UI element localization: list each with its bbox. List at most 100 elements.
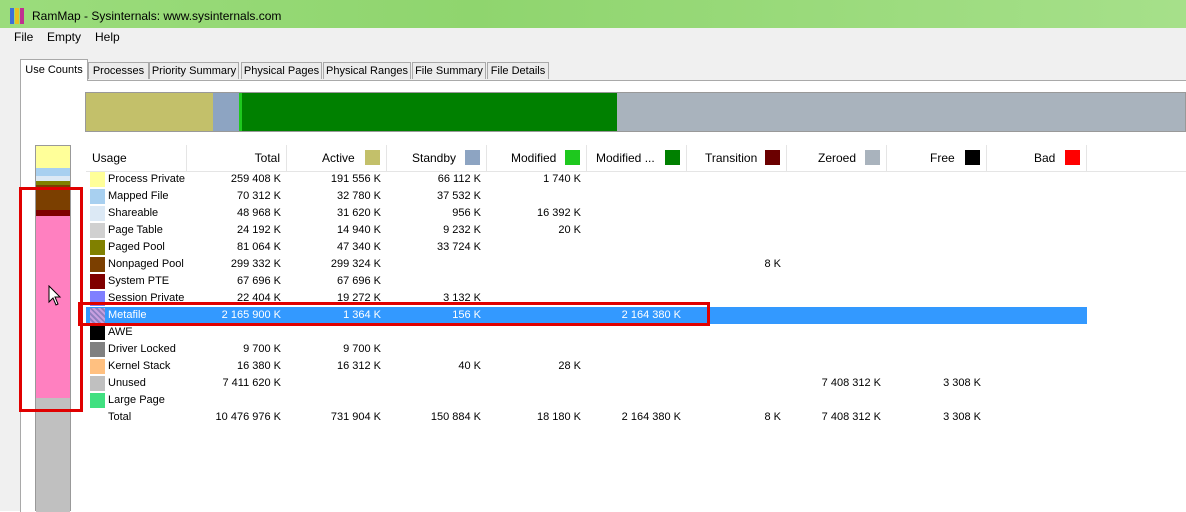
col-modified[interactable]: Modified: [487, 145, 587, 171]
menu-empty[interactable]: Empty: [47, 30, 81, 44]
cell-usage: Total: [108, 411, 132, 423]
col-free[interactable]: Free: [887, 145, 987, 171]
cell-usage: AWE: [108, 326, 133, 338]
menu-help[interactable]: Help: [95, 30, 120, 44]
hbar-modified-nowrite: [242, 93, 617, 131]
cell-active: 14 940 K: [336, 224, 381, 236]
cell-free: [887, 222, 981, 239]
cell-active: 67 696 K: [336, 275, 381, 287]
col-modified-nowrite[interactable]: Modified ...: [587, 145, 687, 171]
cell-free: [887, 239, 981, 256]
cell-transition: [687, 324, 781, 341]
menu-file[interactable]: File: [14, 30, 33, 44]
cell-modified: [487, 341, 581, 358]
tab-physical-pages[interactable]: Physical Pages: [241, 62, 322, 79]
cell-active: 31 620 K: [336, 207, 381, 219]
tab-priority-summary[interactable]: Priority Summary: [149, 62, 239, 79]
cell-zeroed: [787, 324, 881, 341]
standby-color-swatch: [465, 150, 480, 165]
cell-zeroed: [787, 273, 881, 290]
cell-modified-nowrite: [587, 188, 681, 205]
cell-total: [187, 324, 281, 341]
usage-color-swatch: [90, 376, 105, 391]
cell-modified-nowrite: [587, 273, 681, 290]
cell-zeroed: [787, 222, 881, 239]
use-counts-table: Usage Total Active Standby Modified Modi…: [86, 145, 1186, 511]
cell-standby: 956 K: [452, 207, 481, 219]
cell-total: 24 192 K: [236, 224, 281, 236]
tab-use-counts[interactable]: Use Counts: [20, 59, 88, 81]
cell-zeroed: [787, 392, 881, 409]
cell-usage: Paged Pool: [108, 241, 165, 253]
cell-total: 7 411 620 K: [222, 377, 281, 389]
cell-zeroed: 7 408 312 K: [821, 377, 881, 389]
cell-total: 67 696 K: [236, 275, 281, 287]
cell-total: 16 380 K: [236, 360, 281, 372]
table-row[interactable]: System PTE 67 696 K 67 696 K: [86, 273, 1087, 290]
cell-modified: [487, 392, 581, 409]
cell-standby: 9 232 K: [443, 224, 481, 236]
cell-transition: [687, 205, 781, 222]
usage-color-swatch: [90, 257, 105, 272]
col-active[interactable]: Active: [287, 145, 387, 171]
table-row[interactable]: Nonpaged Pool 299 332 K 299 324 K 8 K: [86, 256, 1087, 273]
cell-free: 3 308 K: [943, 411, 981, 423]
col-bad[interactable]: Bad: [987, 145, 1087, 171]
cell-standby: [387, 273, 481, 290]
table-row[interactable]: AWE: [86, 324, 1087, 341]
col-standby[interactable]: Standby: [387, 145, 487, 171]
cell-standby: [387, 324, 481, 341]
tab-file-summary[interactable]: File Summary: [412, 62, 486, 79]
cell-modified-nowrite: [587, 256, 681, 273]
cell-standby: [387, 341, 481, 358]
table-row[interactable]: Total 10 476 976 K 731 904 K 150 884 K 18 18…: [86, 409, 1087, 426]
table-row[interactable]: Kernel Stack 16 380 K 16 312 K 40 K 28 K: [86, 358, 1087, 375]
cell-transition: 8 K: [764, 258, 781, 270]
usage-color-swatch: [90, 325, 105, 340]
col-zeroed[interactable]: Zeroed: [787, 145, 887, 171]
cell-zeroed: [787, 188, 881, 205]
modified-nowrite-color-swatch: [665, 150, 680, 165]
tab-physical-ranges[interactable]: Physical Ranges: [323, 62, 411, 79]
cell-free: [887, 205, 981, 222]
cell-active: 16 312 K: [336, 360, 381, 372]
cell-standby: 40 K: [458, 360, 481, 372]
table-row[interactable]: Paged Pool 81 064 K 47 340 K 33 724 K: [86, 239, 1087, 256]
cell-modified: [487, 324, 581, 341]
table-row[interactable]: Driver Locked 9 700 K 9 700 K: [86, 341, 1087, 358]
usage-color-swatch: [90, 240, 105, 255]
cell-standby: [387, 256, 481, 273]
cell-free: 3 308 K: [943, 377, 981, 389]
cell-free: [887, 171, 981, 188]
cell-modified: [487, 273, 581, 290]
table-row[interactable]: Process Private 259 408 K 191 556 K 66 112 …: [86, 171, 1087, 188]
cell-usage: Mapped File: [108, 190, 169, 202]
table-row[interactable]: Mapped File 70 312 K 32 780 K 37 532 K: [86, 188, 1087, 205]
table-row[interactable]: Page Table 24 192 K 14 940 K 9 232 K 20 K: [86, 222, 1087, 239]
cell-modified: 16 392 K: [536, 207, 581, 219]
col-usage[interactable]: Usage: [86, 145, 187, 171]
hbar-standby: [213, 93, 239, 131]
cell-zeroed: [787, 239, 881, 256]
cell-modified: [487, 375, 581, 392]
cell-total: 299 332 K: [230, 258, 281, 270]
title-bar: RamMap - Sysinternals: www.sysinternals.…: [0, 0, 1186, 28]
table-row[interactable]: Unused 7 411 620 K 7 408 312 K 3 308 K: [86, 375, 1087, 392]
cell-modified: 1 740 K: [543, 173, 581, 185]
col-total[interactable]: Total: [187, 145, 287, 171]
cell-modified-nowrite: [587, 222, 681, 239]
cell-modified: [487, 188, 581, 205]
cell-modified-nowrite: [587, 341, 681, 358]
table-row[interactable]: Large Page: [86, 392, 1087, 409]
tab-processes[interactable]: Processes: [88, 62, 149, 79]
tab-file-details[interactable]: File Details: [487, 62, 549, 79]
cell-free: [887, 290, 981, 307]
cell-zeroed: [787, 358, 881, 375]
highlight-box-metafile-row: [78, 302, 710, 326]
col-transition[interactable]: Transition: [687, 145, 787, 171]
state-horizontal-bar: [85, 92, 1186, 132]
cell-transition: [687, 375, 781, 392]
table-row[interactable]: Shareable 48 968 K 31 620 K 956 K 16 392 K: [86, 205, 1087, 222]
cell-usage: Page Table: [108, 224, 163, 236]
cell-transition: [687, 188, 781, 205]
